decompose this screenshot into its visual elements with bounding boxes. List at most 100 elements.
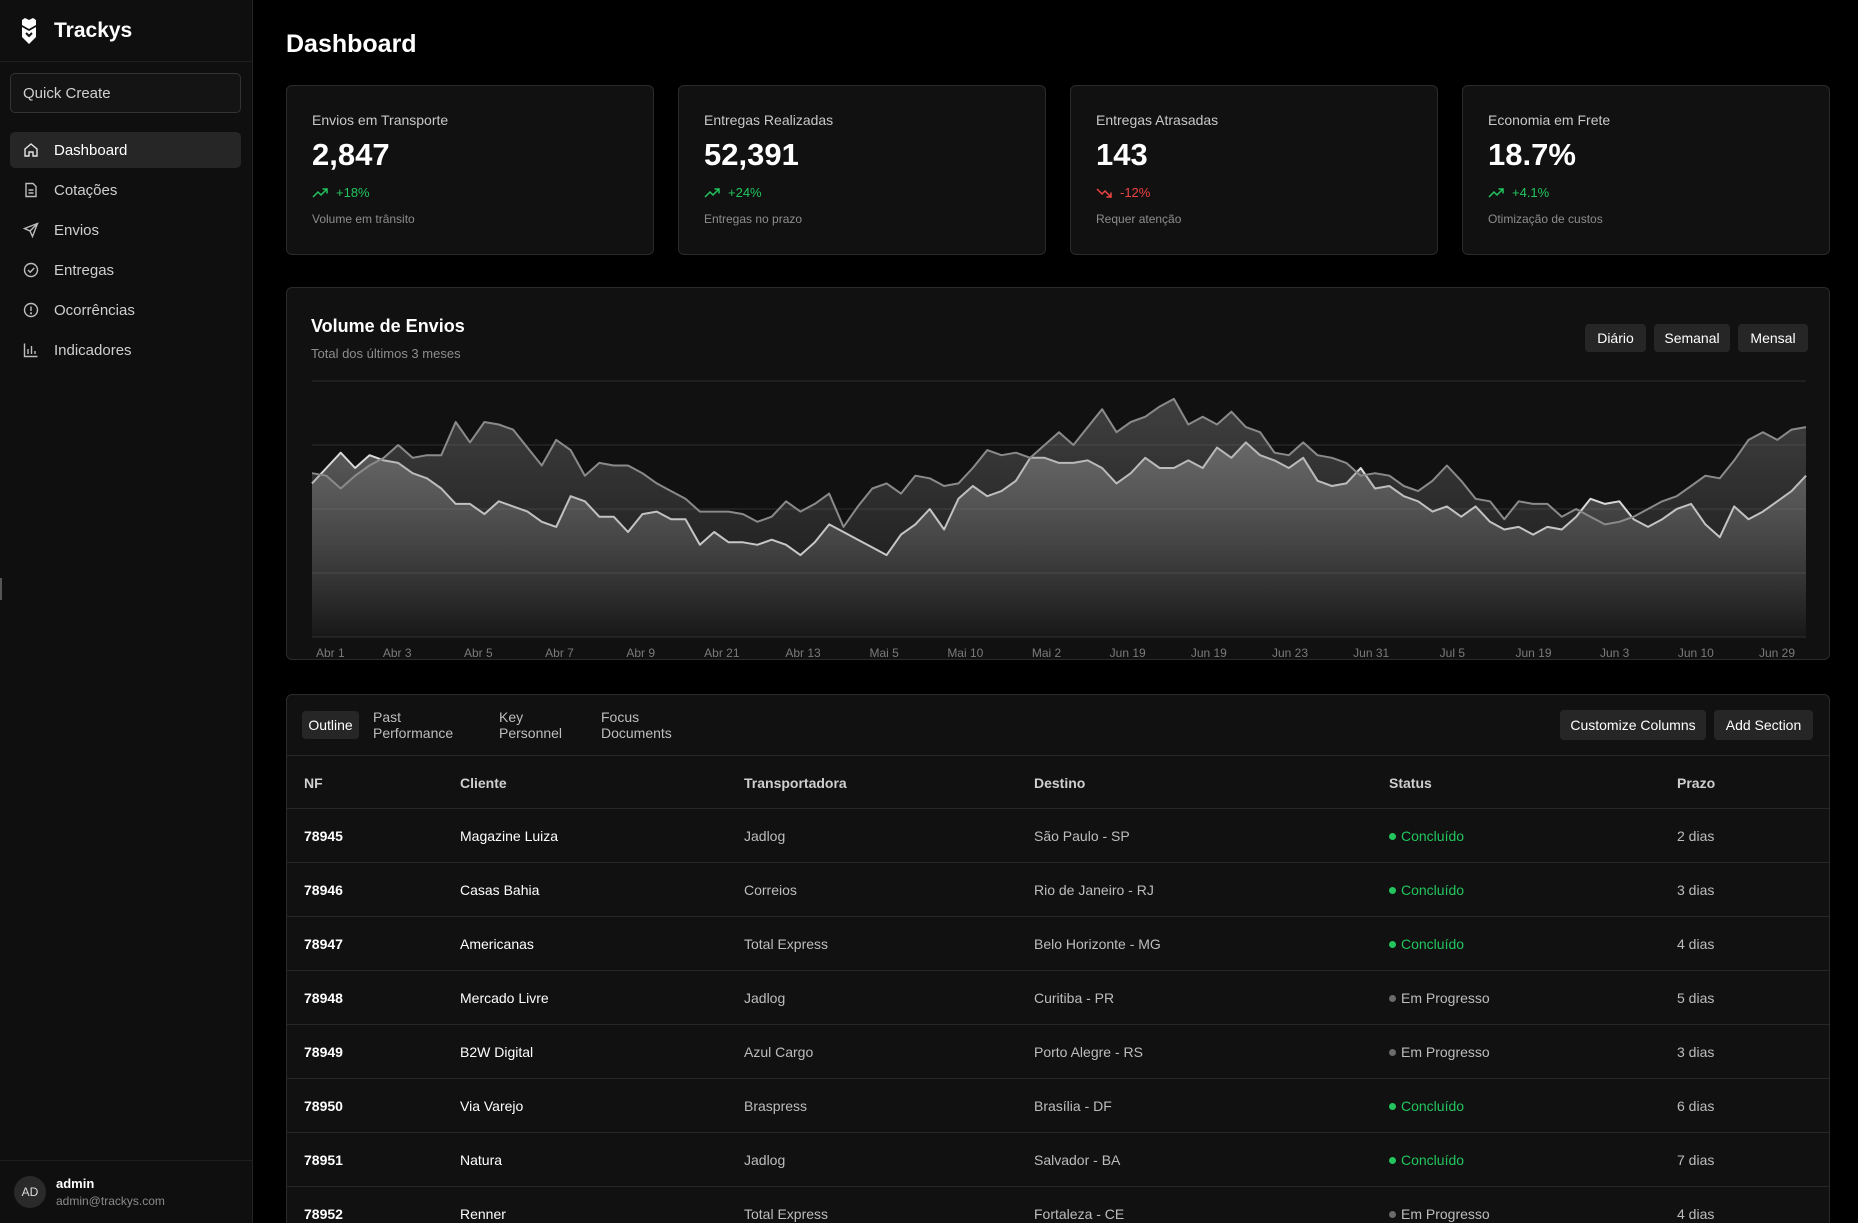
table-row[interactable]: 78950 Via Varejo Braspress Brasília - DF Con… <box>287 1079 1829 1133</box>
cell-destino: Belo Horizonte - MG <box>1034 936 1161 952</box>
sidebar-item-label: Envios <box>54 221 100 239</box>
stat-card-entregas-realizadas: Entregas Realizadas 52,391 +24% Entregas… <box>678 85 1046 255</box>
sidebar-item-envios[interactable]: Envios <box>10 212 241 248</box>
status-dot-icon <box>1389 832 1396 840</box>
x-tick-label: Jun 10 <box>1678 646 1714 660</box>
x-tick-label: Jun 29 <box>1759 646 1795 660</box>
status-text: Concluído <box>1401 828 1465 844</box>
stat-value: 143 <box>1096 137 1148 172</box>
stat-label: Entregas Realizadas <box>704 112 834 128</box>
stat-card-entregas-atrasadas: Entregas Atrasadas 143 -12% Requer atenç… <box>1070 85 1438 255</box>
cell-destino: Salvador - BA <box>1034 1152 1121 1168</box>
status-dot-icon <box>1389 1048 1396 1056</box>
trending-up-icon <box>312 187 328 199</box>
table-row[interactable]: 78948 Mercado Livre Jadlog Curitiba - PR Em … <box>287 971 1829 1025</box>
stat-label: Envios em Transporte <box>312 112 449 128</box>
sidebar-item-indicadores[interactable]: Indicadores <box>10 332 241 368</box>
user-email: admin@trackys.com <box>56 1194 165 1208</box>
customize-columns-button[interactable]: Customize Columns <box>1560 710 1706 740</box>
bar-chart-icon <box>22 341 40 359</box>
tab-focus-documents[interactable]: Focus Documents <box>601 709 709 741</box>
quick-create-button[interactable]: Quick Create <box>10 73 241 113</box>
column-header[interactable]: Status <box>1389 775 1432 791</box>
tab-past-performance[interactable]: Past Performance <box>373 709 485 741</box>
cell-cliente: Renner <box>460 1206 506 1222</box>
table-row[interactable]: 78952 Renner Total Express Fortaleza - CE Em… <box>287 1187 1829 1223</box>
status-badge: Concluído <box>1389 936 1464 952</box>
app-name: Trackys <box>54 18 133 42</box>
column-header[interactable]: Cliente <box>460 775 507 791</box>
table-row[interactable]: 78949 B2W Digital Azul Cargo Porto Alegre -… <box>287 1025 1829 1079</box>
cell-transportadora: Total Express <box>744 1206 829 1222</box>
cell-cliente: B2W Digital <box>460 1044 534 1060</box>
cell-cliente: Natura <box>460 1152 503 1168</box>
table-row[interactable]: 78946 Casas Bahia Correios Rio de Janeiro -… <box>287 863 1829 917</box>
status-text: Concluído <box>1401 1152 1465 1168</box>
column-header[interactable]: Transportadora <box>744 775 847 791</box>
cell-destino: Curitiba - PR <box>1034 990 1115 1006</box>
column-header[interactable]: Destino <box>1034 775 1085 791</box>
trending-down-icon <box>1096 187 1112 199</box>
check-circle-icon <box>22 261 40 279</box>
sidebar-item-ocorrencias[interactable]: Ocorrências <box>10 292 241 328</box>
sidebar-resize-handle[interactable] <box>0 578 2 600</box>
x-tick-label: Abr 13 <box>785 646 821 660</box>
cell-cliente: Magazine Luiza <box>460 828 559 844</box>
cell-nf: 78950 <box>304 1098 343 1114</box>
trending-up-icon <box>704 187 720 199</box>
table-row[interactable]: 78947 Americanas Total Express Belo Horizon… <box>287 917 1829 971</box>
stat-value: 52,391 <box>704 137 799 172</box>
x-tick-label: Jun 23 <box>1272 646 1308 660</box>
cell-destino: Porto Alegre - RS <box>1034 1044 1143 1060</box>
cell-nf: 78952 <box>304 1206 343 1222</box>
status-dot-icon <box>1389 886 1396 894</box>
sidebar-item-cotacoes[interactable]: Cotações <box>10 172 241 208</box>
trending-up-icon <box>1488 187 1504 199</box>
status-dot-icon <box>1389 994 1396 1002</box>
x-tick-label: Jun 3 <box>1600 646 1630 660</box>
chart-card: Volume de Envios Total dos últimos 3 mes… <box>286 287 1830 660</box>
stat-trend-value: -12% <box>1120 185 1151 200</box>
user-profile[interactable]: AD admin admin@trackys.com <box>0 1160 253 1223</box>
column-header[interactable]: NF <box>304 775 323 791</box>
cell-nf: 78951 <box>304 1152 343 1168</box>
tab-key-personnel[interactable]: Key Personnel <box>499 709 587 741</box>
table-row[interactable]: 78945 Magazine Luiza Jadlog São Paulo - SP C… <box>287 809 1829 863</box>
stat-subtitle: Requer atenção <box>1096 212 1182 226</box>
add-section-button[interactable]: Add Section <box>1714 710 1813 740</box>
cell-cliente: Americanas <box>460 936 534 952</box>
send-icon <box>22 221 40 239</box>
cell-prazo: 4 dias <box>1677 1206 1715 1222</box>
x-tick-label: Mai 5 <box>869 646 899 660</box>
user-name: admin <box>56 1176 95 1191</box>
status-dot-icon <box>1389 1102 1396 1110</box>
status-text: Em Progresso <box>1401 1044 1490 1060</box>
sidebar-item-label: Dashboard <box>54 141 128 159</box>
column-header[interactable]: Prazo <box>1677 775 1715 791</box>
x-tick-label: Abr 1 <box>316 646 345 660</box>
tab-outline[interactable]: Outline <box>302 711 359 739</box>
cell-destino: São Paulo - SP <box>1034 828 1130 844</box>
cell-nf: 78947 <box>304 936 343 952</box>
table-row[interactable]: 78951 Natura Jadlog Salvador - BA Concluído 7… <box>287 1133 1829 1187</box>
sidebar-item-label: Entregas <box>54 261 115 279</box>
stat-value: 18.7% <box>1488 137 1576 172</box>
cell-prazo: 3 dias <box>1677 882 1715 898</box>
stat-trend: -12% <box>1096 185 1437 200</box>
brand[interactable]: Trackys <box>0 0 252 62</box>
x-tick-label: Abr 5 <box>464 646 493 660</box>
status-dot-icon <box>1389 1210 1396 1218</box>
cell-prazo: 2 dias <box>1677 828 1715 844</box>
cell-transportadora: Braspress <box>744 1098 808 1114</box>
alert-circle-icon <box>22 301 40 319</box>
stat-card-envios-transporte: Envios em Transporte 2,847 +18% Volume e… <box>286 85 654 255</box>
sidebar-item-entregas[interactable]: Entregas <box>10 252 241 288</box>
cell-cliente: Mercado Livre <box>460 990 549 1006</box>
x-tick-label: Jun 19 <box>1110 646 1146 660</box>
stat-subtitle: Volume em trânsito <box>312 212 415 226</box>
x-tick-label: Mai 2 <box>1032 646 1062 660</box>
status-badge: Em Progresso <box>1389 1206 1490 1222</box>
stat-label: Economia em Frete <box>1488 112 1611 128</box>
sidebar-item-dashboard[interactable]: Dashboard <box>10 132 241 168</box>
x-tick-label: Abr 21 <box>704 646 740 660</box>
